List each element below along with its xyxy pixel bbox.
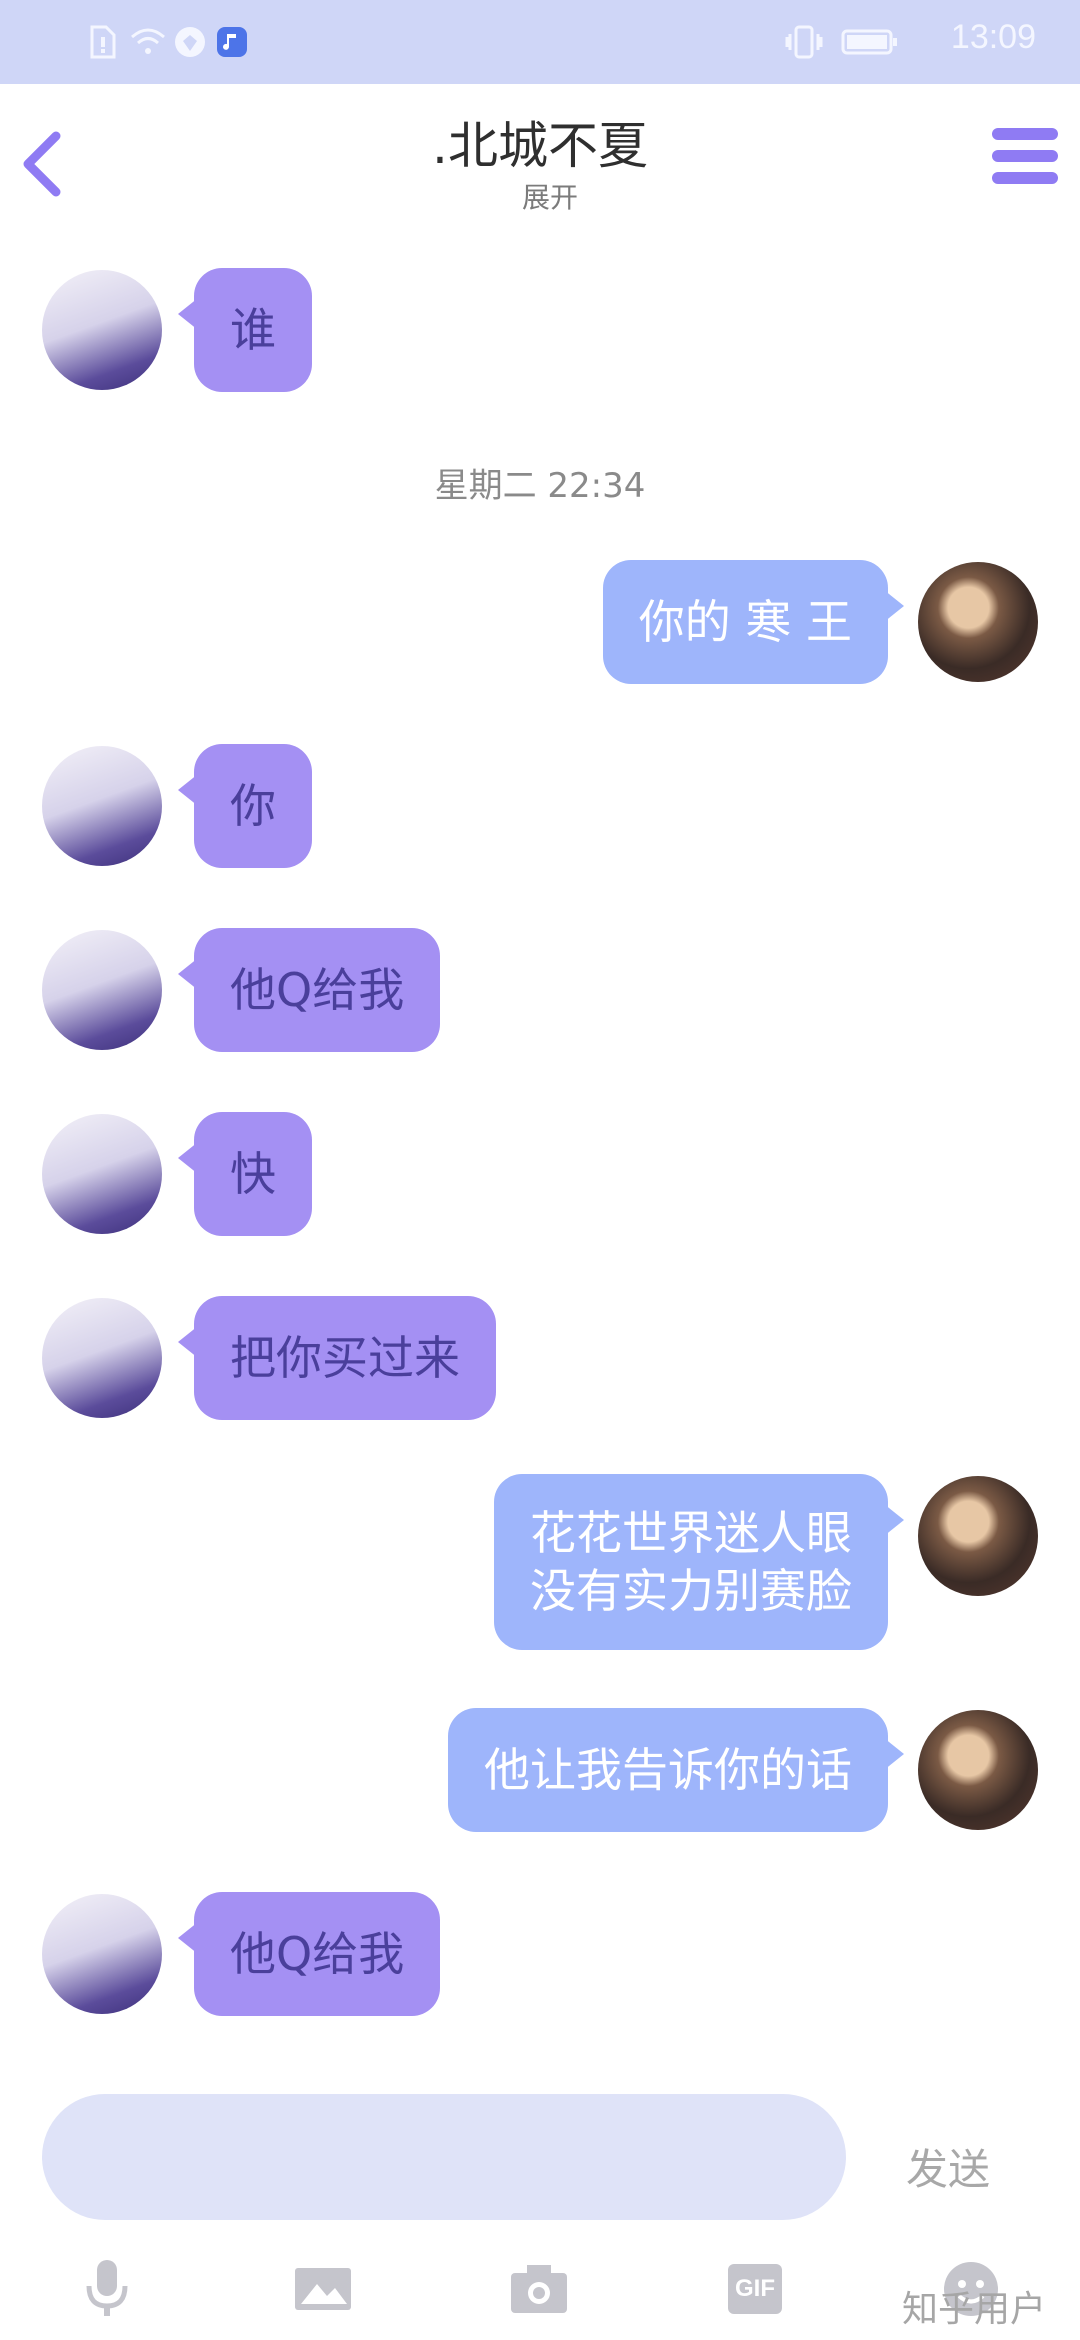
watermark: 知乎用户 — [901, 2289, 1046, 2330]
sim-card-icon — [88, 22, 118, 62]
message-bubble-received[interactable]: 你 — [178, 744, 312, 868]
message-text: 你的 寒 王 — [638, 595, 852, 649]
vpn-icon — [172, 22, 208, 62]
battery-icon — [840, 22, 900, 62]
message-bubble-received[interactable]: 他Q给我 — [177, 928, 441, 1052]
image-button[interactable] — [288, 2254, 358, 2324]
voice-button[interactable] — [72, 2254, 142, 2324]
hamburger-icon-bar — [992, 150, 1058, 162]
hamburger-icon-bar — [992, 172, 1058, 184]
contact-avatar[interactable] — [42, 1298, 162, 1418]
user-avatar[interactable] — [918, 562, 1038, 682]
contact-avatar[interactable] — [42, 1894, 162, 2014]
user-avatar[interactable] — [918, 1476, 1038, 1596]
message-input[interactable] — [42, 2094, 846, 2220]
message-bubble-sent[interactable]: 花花世界迷人眼 没有实力别赛脸 — [494, 1474, 904, 1650]
message-bubble-received[interactable]: 谁 — [178, 268, 312, 392]
contact-avatar[interactable] — [42, 930, 162, 1050]
contact-name: .北城不夏 — [432, 117, 648, 175]
contact-avatar[interactable] — [42, 1114, 162, 1234]
music-icon — [214, 22, 250, 62]
chat-header: .北城不夏 展开 — [0, 84, 1080, 234]
message-bubble-sent[interactable]: 他让我告诉你的话 — [448, 1708, 904, 1832]
camera-button[interactable] — [504, 2254, 574, 2324]
message-text: 他Q给我 — [230, 963, 405, 1017]
message-list: 谁 星期二 22:34 你的 寒 王 你 他Q给我 快 把你买过来 花花世界迷人… — [0, 234, 1080, 2064]
message-text: 你 — [230, 779, 276, 833]
message-text: 他Q给我 — [230, 1927, 405, 1981]
status-bar: 13:09 — [0, 0, 1080, 84]
wifi-icon — [128, 22, 168, 62]
message-text: 谁 — [230, 303, 276, 357]
send-button[interactable]: 发送 — [906, 2136, 990, 2197]
message-text: 把你买过来 — [230, 1331, 460, 1385]
camera-icon — [511, 2265, 567, 2313]
menu-button[interactable] — [992, 128, 1058, 198]
message-text: 快 — [230, 1147, 276, 1201]
expand-toggle[interactable]: 展开 — [0, 176, 1080, 216]
message-timestamp: 星期二 22:34 — [434, 466, 646, 506]
clock: 13:09 — [950, 18, 1036, 56]
gif-button[interactable]: GIF — [720, 2254, 790, 2324]
message-text: 花花世界迷人眼 — [530, 1506, 852, 1560]
gif-icon: GIF — [728, 2264, 782, 2314]
message-text: 他让我告诉你的话 — [484, 1743, 852, 1797]
hamburger-icon-bar — [992, 128, 1058, 140]
message-text: 没有实力别赛脸 — [530, 1564, 852, 1618]
user-avatar[interactable] — [918, 1710, 1038, 1830]
vibrate-icon — [784, 22, 824, 62]
message-bubble-sent[interactable]: 你的 寒 王 — [602, 560, 905, 684]
message-bubble-received[interactable]: 把你买过来 — [178, 1296, 496, 1420]
gif-label: GIF — [735, 2275, 775, 2302]
message-bubble-received[interactable]: 快 — [178, 1112, 312, 1236]
contact-avatar[interactable] — [42, 270, 162, 390]
contact-avatar[interactable] — [42, 746, 162, 866]
message-bubble-received[interactable]: 他Q给我 — [177, 1892, 441, 2016]
microphone-icon — [86, 2260, 128, 2316]
image-icon — [295, 2268, 351, 2310]
